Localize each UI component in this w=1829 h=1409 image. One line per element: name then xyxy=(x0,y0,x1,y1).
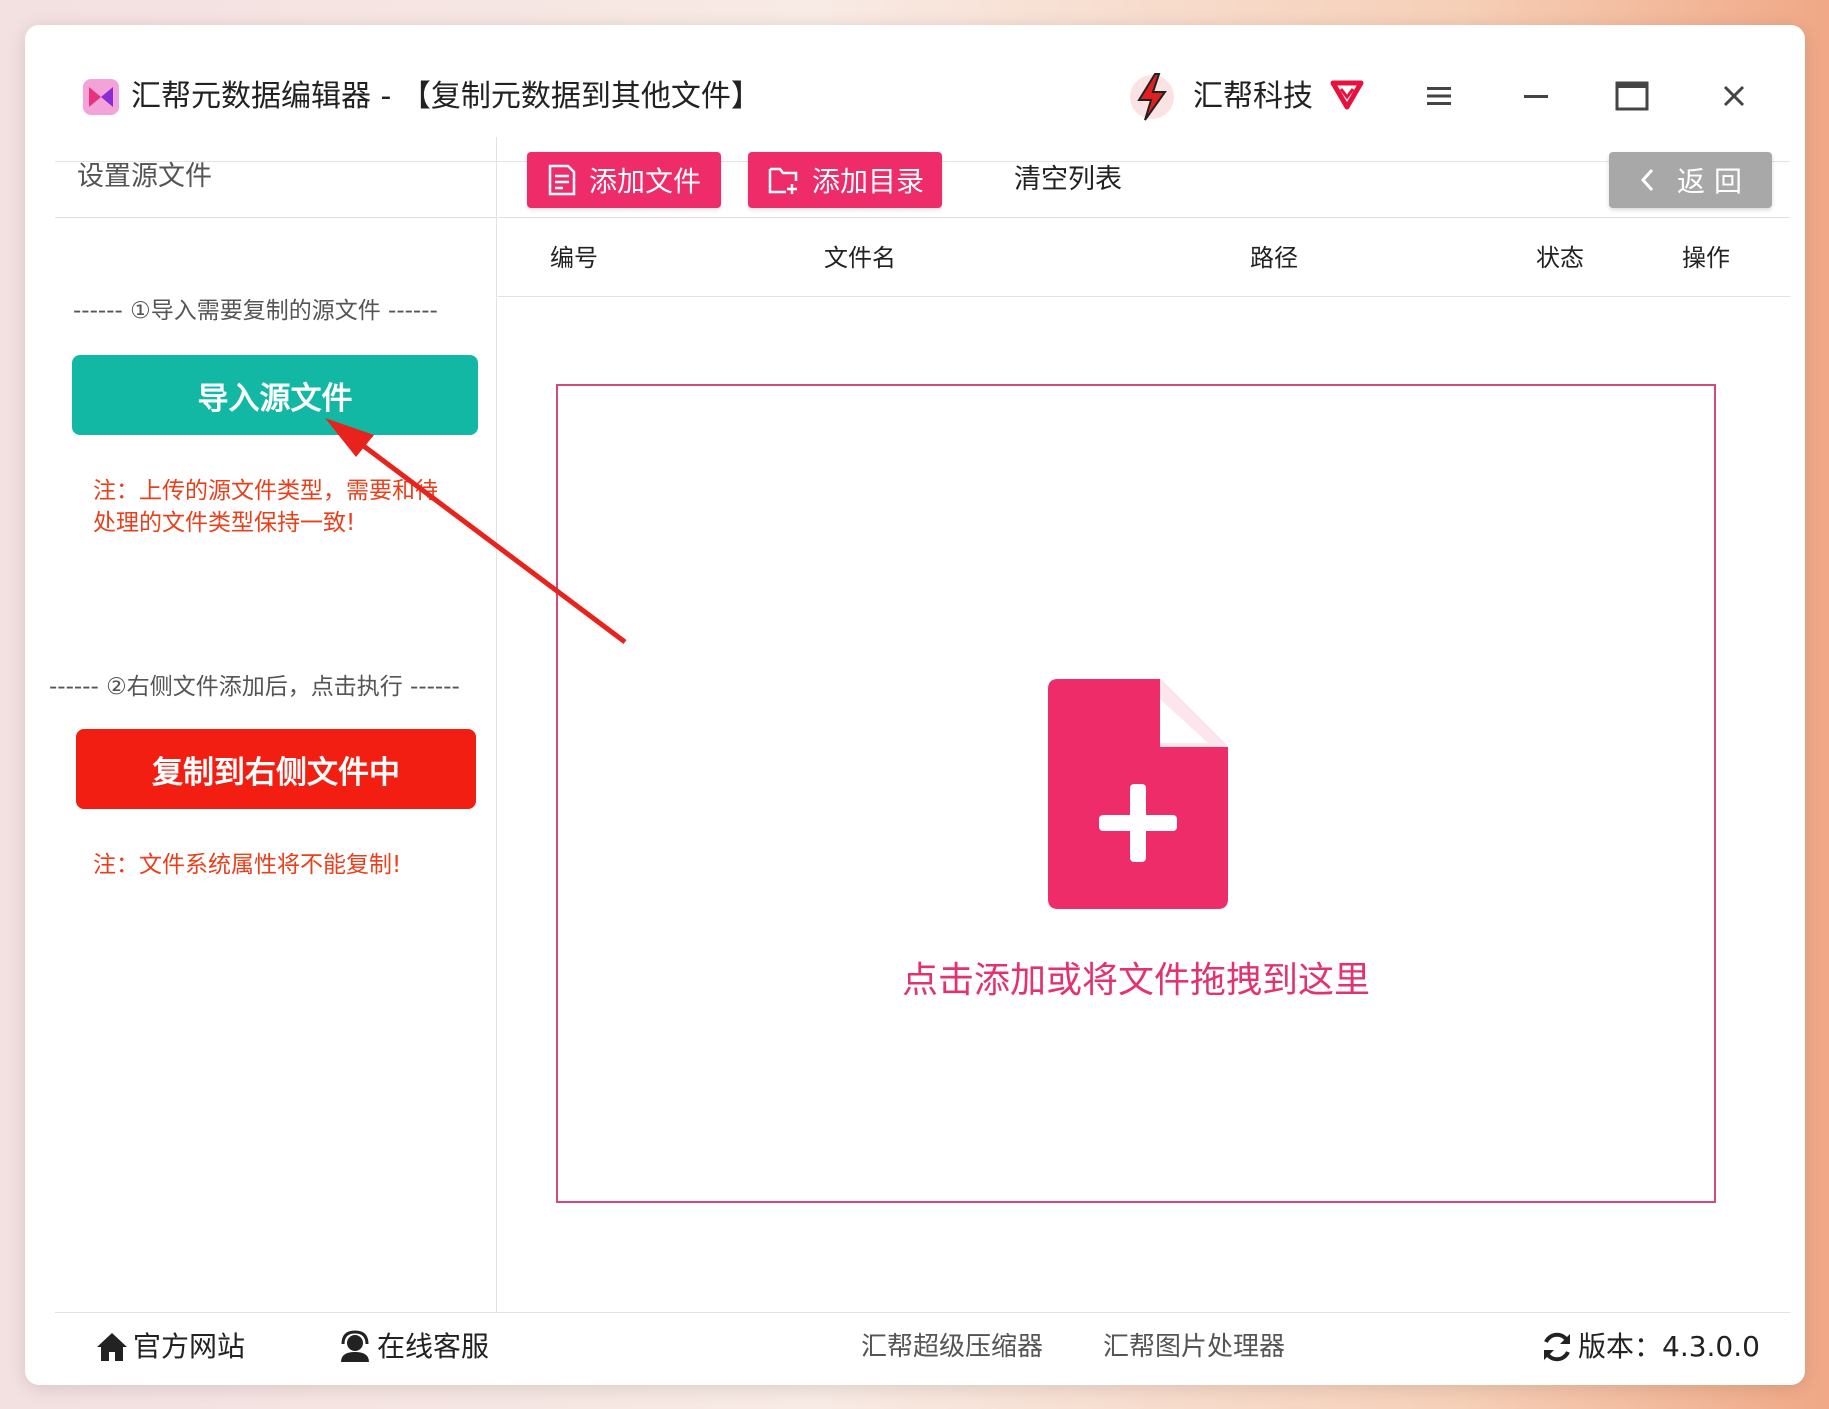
left-panel-title: 设置源文件 xyxy=(77,161,212,192)
column-filename: 文件名 xyxy=(824,244,896,272)
add-directory-button[interactable]: 添加目录 xyxy=(748,152,942,208)
vip-icon[interactable] xyxy=(1327,73,1367,113)
brand-name: 汇帮科技 xyxy=(1193,79,1313,114)
brand-logo-icon xyxy=(1130,73,1174,121)
close-icon[interactable] xyxy=(1713,75,1755,117)
add-file-button[interactable]: 添加文件 xyxy=(527,152,721,208)
add-folder-icon xyxy=(768,167,798,194)
toolbar: 添加文件 添加目录 清空列表 返 回 xyxy=(498,137,1790,218)
back-button[interactable]: 返 回 xyxy=(1609,152,1772,208)
left-panel: 设置源文件 ------ ①导入需要复制的源文件 ------ 导入源文件 注：… xyxy=(49,137,497,1312)
support-agent-icon xyxy=(341,1330,369,1362)
online-support-link[interactable]: 在线客服 xyxy=(337,1327,489,1367)
image-processor-link[interactable]: 汇帮图片处理器 xyxy=(1103,1327,1285,1367)
drop-zone-hint: 点击添加或将文件拖拽到这里 xyxy=(901,960,1370,1001)
note-fs-attributes: 注：文件系统属性将不能复制! xyxy=(93,852,402,878)
version-label: 版本：4.3.0.0 xyxy=(1578,1330,1760,1363)
note-file-type-line1: 注：上传的源文件类型，需要和待 xyxy=(93,478,438,504)
minimize-icon[interactable] xyxy=(1515,75,1557,117)
official-website-label: 官方网站 xyxy=(133,1330,246,1363)
import-source-button[interactable]: 导入源文件 xyxy=(72,355,478,435)
compressor-link[interactable]: 汇帮超级压缩器 xyxy=(861,1327,1043,1367)
column-path: 路径 xyxy=(1250,244,1298,272)
column-status: 状态 xyxy=(1536,244,1584,272)
step1-divider: ------ ①导入需要复制的源文件 ------ xyxy=(73,298,438,324)
chevron-left-icon xyxy=(1641,168,1654,192)
clear-list-button[interactable]: 清空列表 xyxy=(1014,160,1122,200)
app-logo-icon xyxy=(83,79,119,115)
file-drop-zone[interactable]: 点击添加或将文件拖拽到这里 xyxy=(556,384,1716,1203)
add-file-icon xyxy=(548,164,576,196)
refresh-icon xyxy=(1544,1332,1570,1362)
note-file-type-line2: 处理的文件类型保持一致! xyxy=(93,510,356,536)
online-support-label: 在线客服 xyxy=(377,1330,490,1363)
version-info[interactable]: 版本：4.3.0.0 xyxy=(1540,1327,1760,1367)
add-file-large-icon xyxy=(1048,679,1228,909)
maximize-icon[interactable] xyxy=(1611,75,1653,117)
add-file-label: 添加文件 xyxy=(589,165,702,198)
add-directory-label: 添加目录 xyxy=(812,165,925,198)
note-file-type: 注：上传的源文件类型，需要和待 处理的文件类型保持一致! xyxy=(93,475,438,539)
menu-icon[interactable] xyxy=(1418,75,1460,117)
home-icon xyxy=(97,1333,127,1361)
official-website-link[interactable]: 官方网站 xyxy=(95,1327,245,1367)
copy-to-right-button[interactable]: 复制到右侧文件中 xyxy=(76,729,476,809)
back-label: 返 回 xyxy=(1677,165,1742,198)
step2-divider: ------ ②右侧文件添加后，点击执行 ------ xyxy=(49,674,460,700)
left-panel-header: 设置源文件 xyxy=(55,137,497,218)
footer-bar: 官方网站 在线客服 汇帮超级压缩器 汇帮图片处理器 版本：4.3.0.0 xyxy=(55,1312,1790,1382)
file-table-header: 编号 文件名 路径 状态 操作 xyxy=(498,218,1790,297)
column-index: 编号 xyxy=(550,244,598,272)
app-window: 汇帮元数据编辑器 - 【复制元数据到其他文件】 汇帮科技 设置源文件 -----… xyxy=(25,25,1805,1385)
window-title: 汇帮元数据编辑器 - 【复制元数据到其他文件】 xyxy=(131,79,761,114)
column-actions: 操作 xyxy=(1682,244,1730,272)
